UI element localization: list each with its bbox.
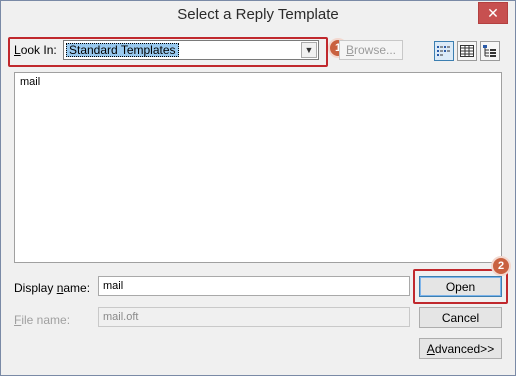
close-icon: ✕ [487, 4, 499, 21]
file-name-label: File name: [14, 313, 71, 327]
list-view-button[interactable] [434, 41, 454, 61]
display-name-field[interactable]: mail [98, 276, 410, 296]
look-in-label: Look In: [14, 43, 57, 57]
properties-view-button[interactable] [480, 41, 500, 61]
details-view-button[interactable] [457, 41, 477, 61]
file-name-field: mail.oft [98, 307, 410, 327]
cancel-button[interactable]: Cancel [419, 307, 502, 328]
select-reply-template-dialog: Select a Reply Template ✕ Look In: Stand… [0, 0, 516, 376]
annotation-badge-2: 2 [491, 256, 511, 276]
window-title: Select a Reply Template [177, 6, 339, 23]
advanced-button[interactable]: Advanced>> [419, 338, 502, 359]
look-in-dropdown[interactable]: Standard Templates ▼ [63, 40, 319, 60]
close-button[interactable]: ✕ [478, 2, 508, 24]
properties-view-icon [483, 45, 496, 57]
title-bar: Select a Reply Template ✕ [1, 1, 515, 31]
open-button[interactable]: Open [419, 276, 502, 297]
browse-button: Browse... [339, 40, 403, 60]
look-in-selected-value: Standard Templates [66, 43, 179, 57]
template-file-list[interactable]: mail [14, 72, 502, 263]
display-name-label: Display name: [14, 281, 91, 295]
chevron-down-icon[interactable]: ▼ [301, 42, 317, 58]
list-view-icon [437, 46, 450, 56]
details-view-icon [460, 45, 474, 57]
list-item[interactable]: mail [19, 76, 41, 88]
